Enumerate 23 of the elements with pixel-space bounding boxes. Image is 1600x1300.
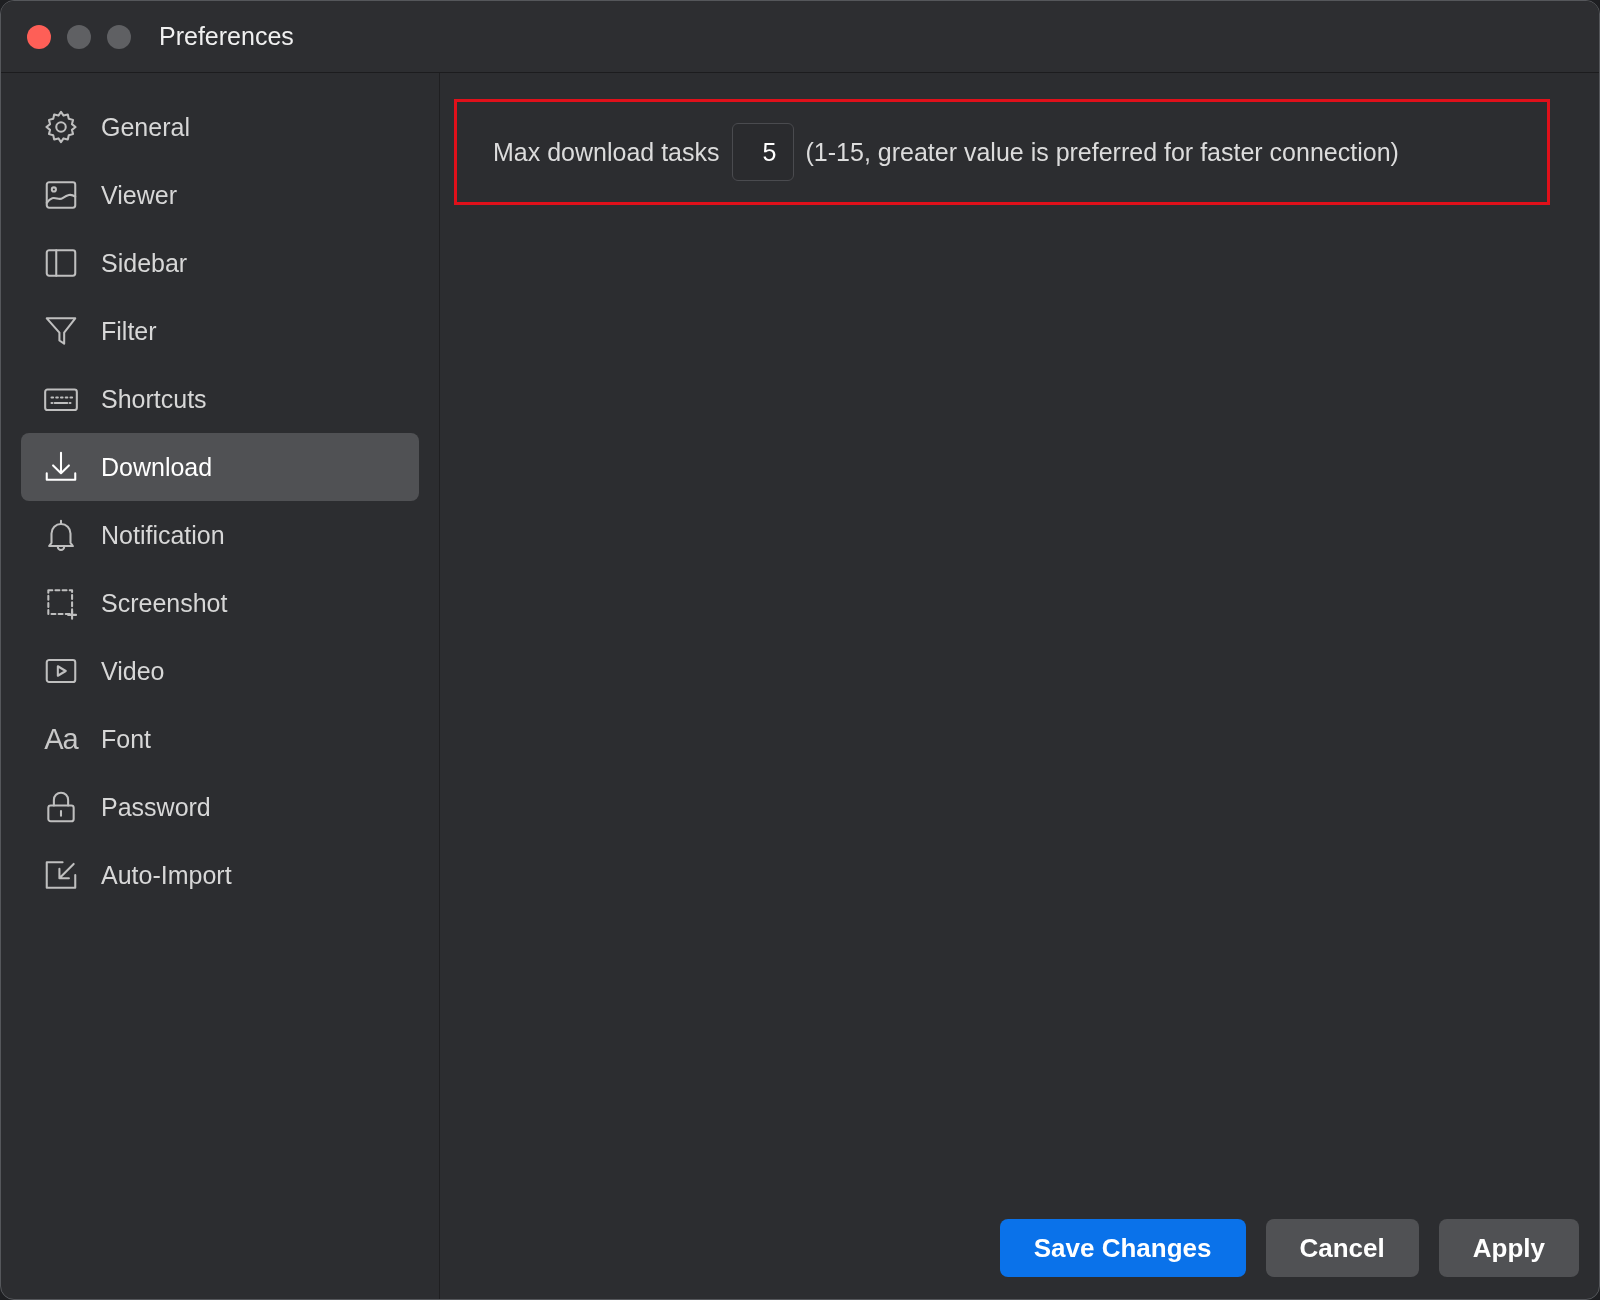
hint-text: (1-15, greater value is preferred for faster connection) <box>805 137 1399 167</box>
primary-button[interactable]: Save Changes <box>999 1219 1246 1277</box>
sidebar-item[interactable]: Shortcuts <box>21 365 419 433</box>
sidebar-item[interactable]: Video <box>21 637 419 705</box>
window-title: Preferences <box>159 22 294 51</box>
sidebar-item[interactable]: Viewer <box>21 161 419 229</box>
sidebar-item[interactable]: Auto-Import <box>21 841 419 909</box>
sidebar-item[interactable]: Aa Font <box>21 705 419 773</box>
sidebar-item[interactable]: Password <box>21 773 419 841</box>
secondary-button[interactable]: Cancel <box>1265 1219 1419 1277</box>
sidebar-item[interactable]: Notification <box>21 501 419 569</box>
sidebar-item[interactable]: Sidebar <box>21 229 419 297</box>
font-icon: Aa <box>44 722 78 756</box>
close-button[interactable] <box>27 24 51 49</box>
sidebar-item[interactable]: Download <box>21 433 419 501</box>
zoom-button[interactable] <box>107 24 131 49</box>
setting-label: Max download tasks <box>493 137 720 167</box>
secondary-button[interactable]: Apply <box>1438 1219 1579 1277</box>
sidebar-item[interactable]: General <box>21 93 419 161</box>
number-field[interactable]: 5 <box>731 123 794 181</box>
minimize-button[interactable] <box>67 24 91 49</box>
sidebar-item[interactable]: Filter <box>21 297 419 365</box>
sidebar-item[interactable]: Screenshot <box>21 569 419 637</box>
